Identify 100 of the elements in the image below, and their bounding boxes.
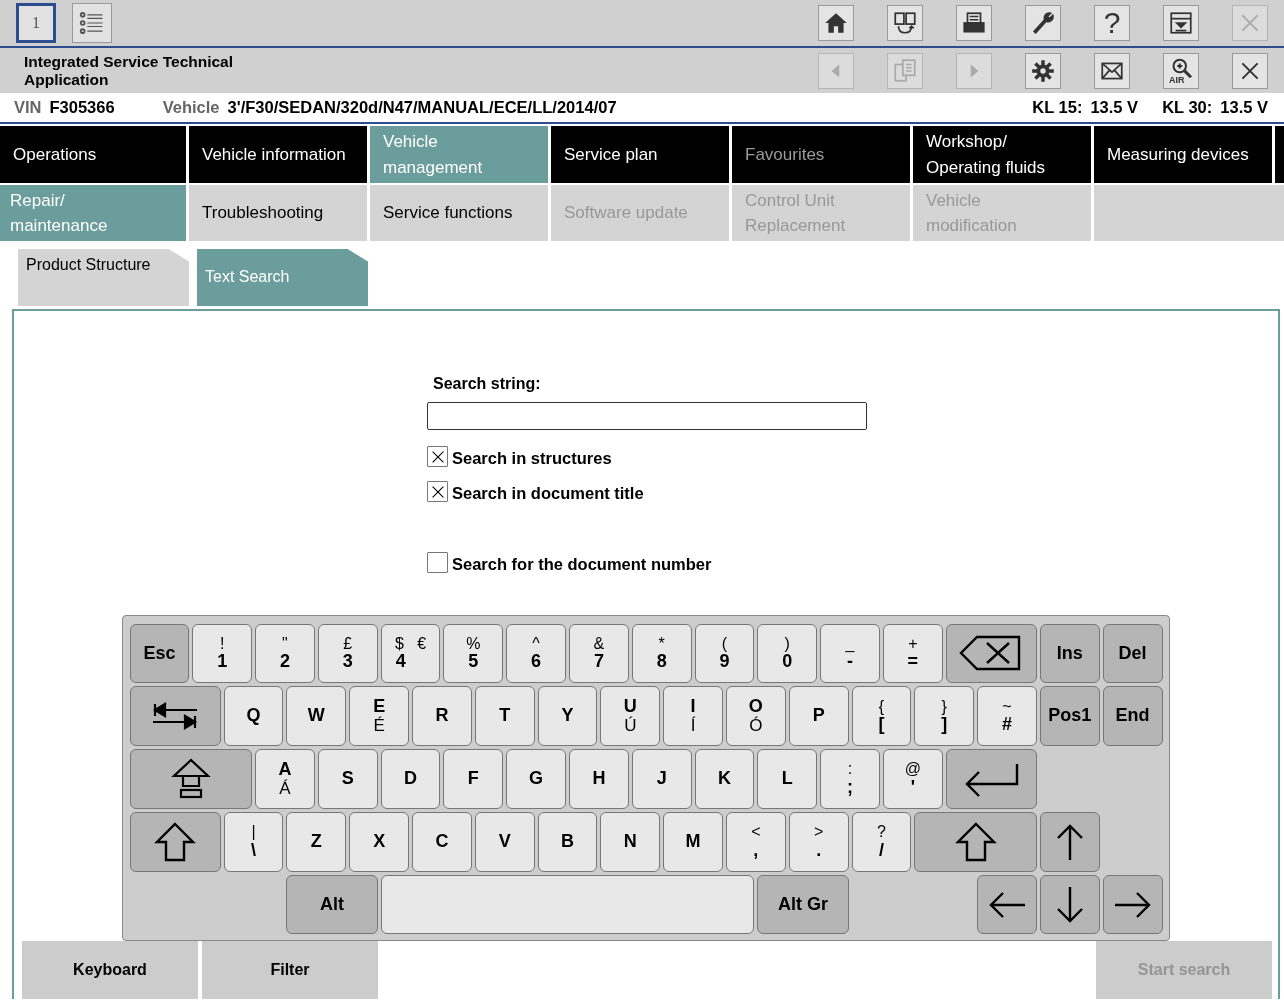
key[interactable]: H — [569, 749, 629, 809]
voltage-label: KL 30: — [1162, 97, 1213, 119]
key[interactable]: ! 1 — [192, 623, 253, 684]
key[interactable]: M — [663, 811, 723, 872]
key[interactable]: { [ — [851, 686, 912, 747]
toolbar-button[interactable] — [887, 5, 923, 41]
key[interactable] — [945, 623, 1037, 684]
key[interactable]: R — [412, 686, 472, 747]
key[interactable]: B — [537, 811, 598, 872]
key[interactable]: Alt — [286, 874, 378, 935]
key[interactable]: Esc — [129, 623, 190, 684]
nav-tab[interactable]: Operations — [0, 126, 186, 183]
key[interactable]: Z — [286, 811, 347, 872]
key[interactable]: E É — [349, 686, 410, 747]
key[interactable]: % 5 — [443, 623, 504, 684]
toolbar-button[interactable] — [1094, 52, 1130, 89]
sub-nav-tab[interactable]: Service functions — [370, 185, 548, 241]
key[interactable]: I Í — [663, 686, 723, 747]
key[interactable]: * 8 — [631, 623, 692, 684]
key[interactable]: C — [412, 811, 472, 872]
key[interactable]: End — [1102, 686, 1163, 747]
key[interactable]: > . — [788, 811, 849, 872]
key[interactable]: X — [349, 811, 410, 872]
key[interactable]: O Ó — [726, 686, 786, 747]
checkbox[interactable] — [427, 552, 448, 573]
session-tab[interactable]: 1 — [16, 3, 56, 43]
toolbar-button[interactable] — [1163, 5, 1199, 41]
toolbar-button[interactable] — [1232, 52, 1268, 89]
key[interactable]: " 2 — [255, 623, 315, 684]
key[interactable]: K — [694, 749, 755, 809]
key[interactable]: < , — [726, 811, 786, 872]
key[interactable]: V — [474, 811, 535, 872]
printer-icon — [961, 10, 987, 36]
key[interactable]: F — [443, 749, 504, 809]
nav-tab[interactable]: Workshop/ Operating fluids — [913, 126, 1091, 183]
shift-icon — [154, 821, 197, 862]
key[interactable]: Pos1 — [1039, 686, 1100, 747]
view-tab[interactable]: Product Structure — [18, 249, 189, 306]
toolbar-button[interactable] — [818, 5, 854, 41]
space-key[interactable] — [380, 874, 755, 935]
footer-button[interactable]: Filter — [202, 941, 378, 999]
key[interactable]: Ins — [1039, 623, 1100, 684]
key[interactable]: J — [631, 749, 692, 809]
key[interactable]: Y — [537, 686, 598, 747]
gear-icon — [1030, 57, 1056, 84]
key[interactable] — [945, 749, 1037, 809]
key[interactable] — [129, 686, 221, 747]
key[interactable] — [914, 811, 1037, 872]
key[interactable]: N — [600, 811, 661, 872]
search-field[interactable] — [427, 402, 867, 430]
key[interactable]: T — [474, 686, 535, 747]
checkbox[interactable] — [427, 446, 448, 467]
key[interactable]: } ] — [914, 686, 975, 747]
key[interactable]: L — [757, 749, 818, 809]
key[interactable]: G — [506, 749, 566, 809]
key[interactable]: ( 9 — [694, 623, 755, 684]
key[interactable]: : ; — [820, 749, 880, 809]
list-view-button[interactable] — [72, 3, 112, 43]
key[interactable]: Del — [1102, 623, 1163, 684]
voltage-value: 13.5 V — [1220, 97, 1268, 119]
toolbar-button[interactable] — [1025, 52, 1061, 89]
key[interactable]: @ ' — [882, 749, 943, 809]
nav-tab[interactable]: Service plan — [551, 126, 729, 183]
footer-button[interactable]: Keyboard — [22, 941, 198, 999]
screens-icon — [892, 10, 918, 36]
key[interactable]: S — [317, 749, 378, 809]
key[interactable]: W — [286, 686, 347, 747]
key[interactable]: A Á — [255, 749, 315, 809]
key[interactable]: | \ — [223, 811, 284, 872]
key[interactable]: & 7 — [569, 623, 629, 684]
key[interactable]: U Ú — [600, 686, 661, 747]
key[interactable]: ~ # — [977, 686, 1037, 747]
key[interactable]: + = — [882, 623, 943, 684]
toolbar-button[interactable]: AIR — [1163, 52, 1199, 89]
key[interactable]: £ 3 — [317, 623, 378, 684]
key[interactable]: D — [380, 749, 441, 809]
key[interactable]: $ € 4 — [380, 623, 441, 684]
toolbar-button[interactable] — [956, 5, 992, 41]
key[interactable] — [977, 874, 1037, 935]
key[interactable] — [1039, 874, 1100, 935]
key[interactable] — [129, 749, 253, 809]
key[interactable]: ) 0 — [757, 623, 818, 684]
key[interactable] — [1039, 811, 1100, 872]
toolbar-button[interactable] — [1025, 5, 1061, 41]
key[interactable]: P — [788, 686, 849, 747]
key[interactable]: ? / — [851, 811, 912, 872]
toolbar-button[interactable]: ? — [1094, 5, 1130, 41]
caps-lock-icon — [169, 758, 212, 800]
shift-icon — [954, 821, 997, 862]
key[interactable]: Q — [223, 686, 284, 747]
nav-tab[interactable]: Vehicle information — [189, 126, 367, 183]
field-label: Search string: — [433, 375, 541, 392]
nav-tab[interactable]: Measuring devices — [1094, 126, 1272, 183]
key[interactable]: ^ 6 — [506, 623, 566, 684]
key[interactable] — [1102, 874, 1163, 935]
key[interactable]: Alt Gr — [757, 874, 849, 935]
sub-nav-tab[interactable]: Troubleshooting — [189, 185, 367, 241]
key[interactable] — [129, 811, 221, 872]
key[interactable]: _ - — [820, 623, 880, 684]
checkbox[interactable] — [427, 481, 448, 502]
